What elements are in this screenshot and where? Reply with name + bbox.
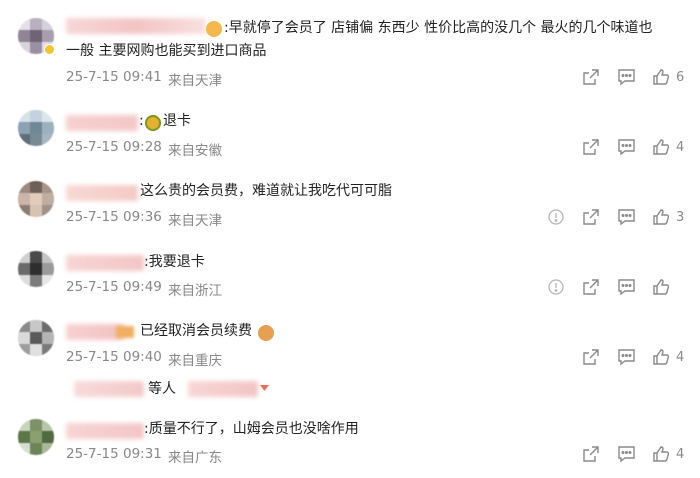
like-count: 3 (676, 209, 685, 225)
username[interactable] (66, 255, 144, 271)
reply-icon[interactable] (617, 278, 636, 296)
name-separator: : (139, 113, 144, 129)
like-button[interactable]: 4 (652, 138, 684, 156)
smirk-emoji-icon (206, 21, 222, 37)
comment-location: 来自浙江 (168, 283, 222, 299)
share-icon[interactable] (582, 278, 600, 296)
comment-date: 25-7-15 09:49 (66, 279, 162, 295)
report-icon[interactable] (547, 208, 565, 226)
like-count: 6 (676, 69, 685, 85)
reply-icon[interactable] (617, 208, 636, 226)
username[interactable] (66, 115, 138, 131)
comment-text: :我要退卡 (144, 254, 205, 270)
comment-text: 这么贵的会员费，难道就让我吃代可可脂 (140, 183, 392, 199)
reply-icon[interactable] (617, 138, 636, 156)
username[interactable] (66, 18, 206, 34)
username[interactable] (66, 423, 144, 439)
chevron-down-icon (260, 385, 269, 391)
thumbs-up-icon (653, 139, 670, 155)
share-icon[interactable] (582, 445, 600, 463)
thumbs-up-icon (653, 69, 670, 85)
comment-date: 25-7-15 09:41 (66, 69, 162, 85)
comment-location: 来自广东 (168, 450, 222, 466)
comment-date: 25-7-15 09:28 (66, 139, 162, 155)
thumbs-up-icon (653, 279, 670, 295)
like-count: 4 (676, 446, 685, 462)
comment-date: 25-7-15 09:31 (66, 446, 162, 462)
comment-date: 25-7-15 09:40 (66, 349, 162, 365)
comment-text: 已经取消会员续费 (140, 323, 252, 339)
name-badge (116, 326, 134, 338)
thumbs-up-icon (653, 349, 670, 365)
angry-emoji-icon (145, 115, 161, 131)
share-icon[interactable] (582, 348, 600, 366)
reply-icon[interactable] (617, 348, 636, 366)
comment-location: 来自安徽 (168, 143, 222, 159)
comment-location: 来自重庆 (168, 353, 222, 369)
avatar[interactable] (18, 110, 54, 146)
like-count: 4 (676, 349, 685, 365)
like-button[interactable]: 3 (652, 208, 684, 226)
verified-badge-icon (44, 44, 55, 55)
reply-icon[interactable] (617, 445, 636, 463)
comment-text: :质量不行了，山姆会员也没啥作用 (144, 421, 359, 437)
report-icon[interactable] (547, 278, 565, 296)
username[interactable] (66, 185, 138, 201)
like-button[interactable] (652, 278, 676, 296)
reply-username-2 (188, 381, 258, 397)
comment-date: 25-7-15 09:36 (66, 209, 162, 225)
reply-username (74, 381, 144, 397)
comment-location: 来自天津 (168, 73, 222, 89)
share-icon[interactable] (582, 208, 600, 226)
reply-summary[interactable]: 等人 (66, 378, 286, 400)
like-button[interactable]: 6 (652, 68, 684, 86)
avatar[interactable] (18, 320, 54, 356)
like-count: 4 (676, 139, 685, 155)
reply-icon[interactable] (617, 68, 636, 86)
like-button[interactable]: 4 (652, 348, 684, 366)
share-icon[interactable] (582, 138, 600, 156)
reply-summary-label: 等人 (148, 381, 176, 397)
share-icon[interactable] (582, 68, 600, 86)
comment-text: 退卡 (163, 113, 191, 129)
thumbs-up-icon (653, 209, 670, 225)
avatar[interactable] (18, 251, 54, 287)
comment-location: 来自天津 (168, 213, 222, 229)
thumbs-up-icon (653, 446, 670, 462)
avatar[interactable] (18, 419, 54, 455)
comment-text-continued: 一般 主要网购也能买到进口商品 (66, 43, 267, 59)
like-button[interactable]: 4 (652, 445, 684, 463)
cat-emoji-icon (258, 325, 274, 341)
comment-text: :早就停了会员了 店铺偏 东西少 性价比高的没几个 最火的几个味道也 (224, 20, 653, 36)
avatar[interactable] (18, 181, 54, 217)
